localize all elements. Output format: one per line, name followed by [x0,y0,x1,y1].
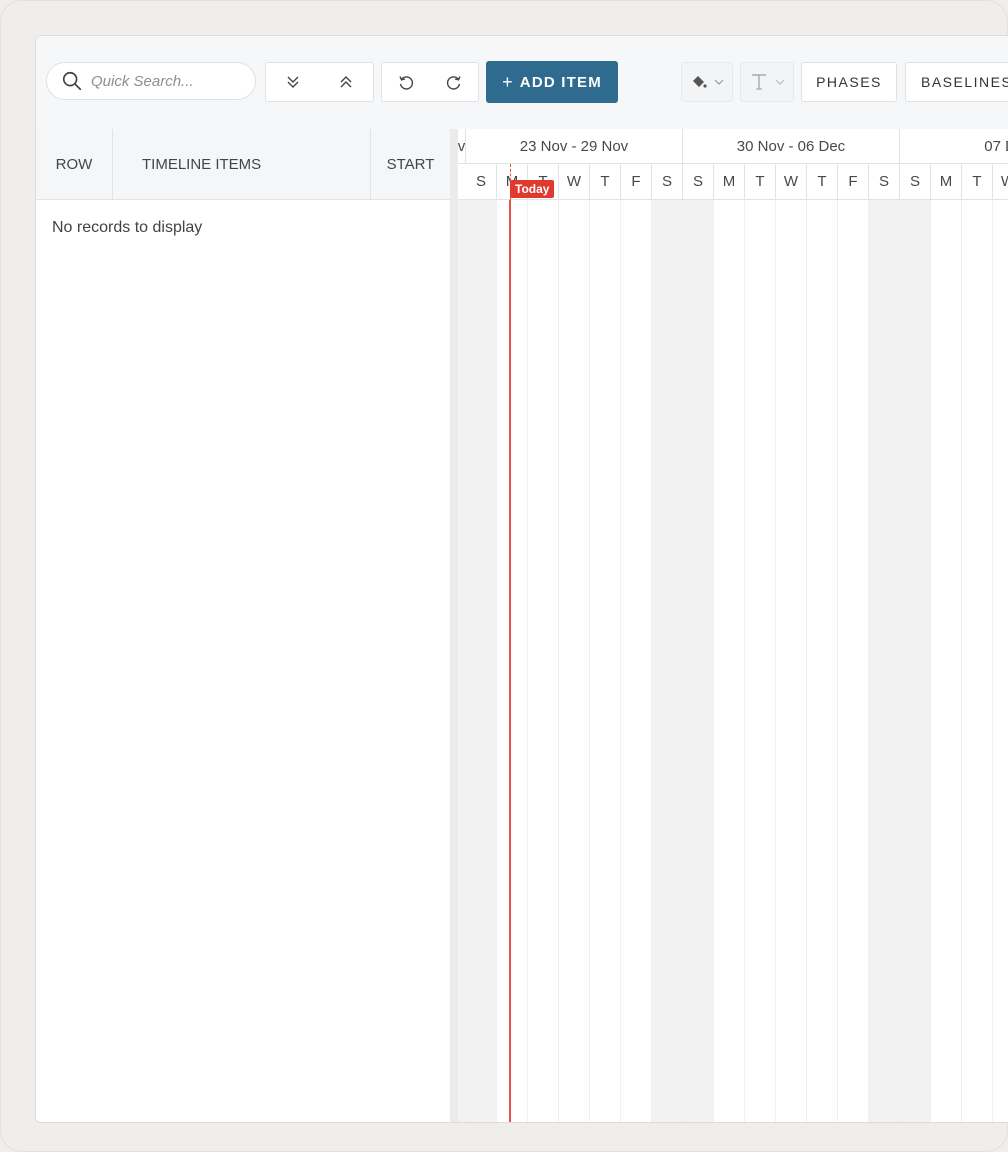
double-chevron-down-icon [287,76,299,88]
column-header-row[interactable]: ROW [36,129,113,199]
add-item-button[interactable]: + ADD ITEM [486,61,618,103]
day-column[interactable] [993,200,1008,1122]
timeline-body [458,200,1008,1122]
timeline-header: v23 Nov - 29 Nov30 Nov - 06 Dec07 DecSMT… [458,129,1008,200]
day-header: T [745,164,776,199]
expand-all-button[interactable] [273,63,313,101]
redo-button[interactable] [434,63,474,101]
chevron-down-icon [714,79,724,85]
day-column[interactable] [869,200,900,1122]
day-column[interactable] [807,200,838,1122]
day-column[interactable] [962,200,993,1122]
day-column[interactable] [590,200,621,1122]
week-header: v [458,129,466,164]
search-input[interactable] [89,71,243,91]
day-column[interactable] [466,200,497,1122]
today-label: Today [510,180,555,198]
today-line [509,200,511,1122]
undo-icon [399,76,414,90]
collapse-all-button[interactable] [326,63,366,101]
toolbar: + ADD ITEM PHASES BASELINES [36,36,1008,129]
day-header: W [559,164,590,199]
day-column [458,200,466,1122]
column-header-start[interactable]: START [371,129,450,199]
chevron-down-icon [775,79,785,85]
day-column[interactable] [838,200,869,1122]
day-column[interactable] [900,200,931,1122]
phases-button[interactable]: PHASES [801,62,897,102]
day-column[interactable] [714,200,745,1122]
week-header: 07 Dec [900,129,1008,164]
day-column[interactable] [683,200,714,1122]
day-header: S [683,164,714,199]
day-column[interactable] [528,200,559,1122]
expand-collapse-group [265,62,374,102]
text-style-button[interactable] [740,62,794,102]
fill-color-button[interactable] [681,62,733,102]
day-column[interactable] [931,200,962,1122]
day-column[interactable] [776,200,807,1122]
plus-icon: + [502,71,514,92]
day-column[interactable] [745,200,776,1122]
pane-splitter[interactable] [450,129,458,1122]
week-header: 23 Nov - 29 Nov [466,129,683,164]
day-header: W [776,164,807,199]
search-icon [62,71,82,91]
day-header: S [652,164,683,199]
week-header: 30 Nov - 06 Dec [683,129,900,164]
grid-header: ROW TIMELINE ITEMS START [36,129,450,200]
day-header: W [993,164,1008,199]
text-format-icon [752,74,766,90]
day-header: F [838,164,869,199]
day-header: M [931,164,962,199]
grid-body: No records to display [36,200,450,1122]
quick-search[interactable] [46,62,256,100]
redo-icon [446,76,461,90]
day-header: T [590,164,621,199]
empty-message: No records to display [52,219,203,236]
undo-button[interactable] [386,63,426,101]
day-column[interactable] [497,200,528,1122]
undo-redo-group [381,62,479,102]
day-header: S [466,164,497,199]
day-header: S [869,164,900,199]
day-header: F [621,164,652,199]
timeline-pane: v23 Nov - 29 Nov30 Nov - 06 Dec07 DecSMT… [458,129,1008,1122]
day-column[interactable] [559,200,590,1122]
day-header: T [807,164,838,199]
day-header: S [900,164,931,199]
column-header-timeline-items[interactable]: TIMELINE ITEMS [113,129,371,199]
gantt-app: + ADD ITEM PHASES BASELINES R [35,35,1008,1123]
double-chevron-up-icon [340,76,352,88]
day-column[interactable] [652,200,683,1122]
add-item-label: ADD ITEM [519,73,602,91]
baselines-button[interactable]: BASELINES [905,62,1008,102]
day-column[interactable] [621,200,652,1122]
day-header: M [714,164,745,199]
day-header: T [962,164,993,199]
paint-bucket-icon [693,76,707,88]
